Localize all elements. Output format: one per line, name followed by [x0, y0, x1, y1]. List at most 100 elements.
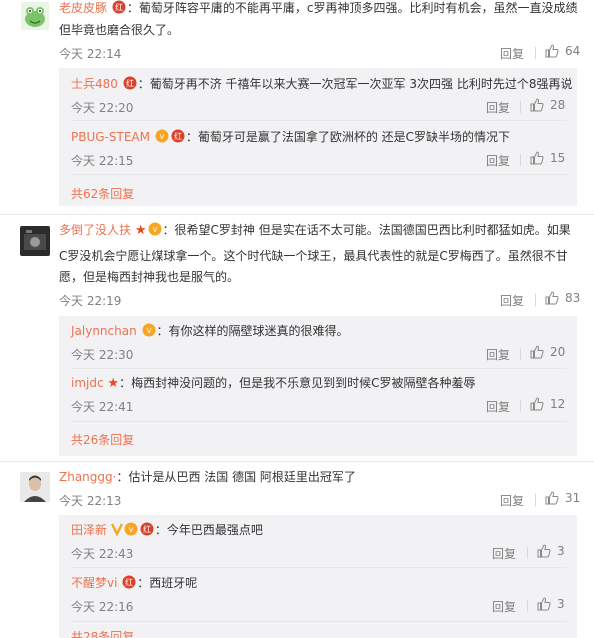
reply-button[interactable]: 回复 — [500, 45, 524, 62]
reply-button[interactable]: 回复 — [486, 99, 510, 116]
reply-text: ：有你这样的隔壁球迷真的很难得。 — [156, 324, 349, 338]
timestamp: 今天 22:15 — [71, 154, 134, 168]
like-button[interactable]: 3 — [537, 544, 565, 558]
timestamp: 今天 22:16 — [71, 600, 134, 614]
thumbs-up-icon — [537, 544, 551, 558]
thumbs-up-icon — [530, 98, 544, 112]
thumbs-up-icon — [530, 345, 544, 359]
divider — [71, 174, 567, 175]
hong-badge-icon: 红 — [111, 0, 127, 21]
divider — [0, 461, 594, 462]
username-link[interactable]: 多倒了没人扶 — [59, 223, 131, 237]
like-count: 31 — [565, 491, 581, 505]
star-badge-icon: ★ — [134, 223, 147, 238]
username-link[interactable]: imjdc — [71, 376, 104, 390]
thumbs-up-icon — [537, 597, 551, 611]
separator — [520, 101, 521, 113]
like-button[interactable]: 83 — [545, 291, 580, 305]
divider — [71, 120, 567, 121]
user-photo-icon — [20, 226, 50, 256]
comment-text-line: 但毕竟也磨合很久了。 — [59, 23, 180, 37]
like-count: 20 — [550, 345, 566, 359]
more-replies-link[interactable]: 共28条回复 — [71, 628, 134, 638]
hong-badge-icon: 红 — [139, 521, 155, 543]
divider — [71, 368, 567, 369]
reply-body: Jalynnchan V ：有你这样的隔壁球迷真的很难得。 — [71, 320, 349, 344]
hong-badge-icon: 红 — [170, 128, 186, 150]
like-button[interactable]: 15 — [530, 151, 565, 165]
separator — [535, 494, 536, 506]
thumbs-up-icon — [530, 151, 544, 165]
vip-badge-icon: V — [141, 322, 157, 344]
like-button[interactable]: 3 — [537, 597, 565, 611]
reply-text: ：今年巴西最强点吧 — [154, 523, 263, 537]
separator — [527, 547, 528, 559]
separator — [535, 294, 536, 306]
username-link[interactable]: Zhanggg· — [59, 470, 116, 484]
svg-text:V: V — [152, 226, 157, 234]
separator — [520, 348, 521, 360]
reply-text: ：梅西封神没问题的，但是我不乐意见到到时候C罗被隔壁各种羞辱 — [119, 376, 476, 390]
like-count: 28 — [550, 98, 566, 112]
reply-button[interactable]: 回复 — [500, 492, 524, 509]
reply-text: ：葡萄牙可是赢了法国拿了欧洲杯的 还是C罗缺半场的情况下 — [185, 130, 511, 144]
reply-button[interactable]: 回复 — [500, 292, 524, 309]
reply-button[interactable]: 回复 — [486, 398, 510, 415]
thumbs-up-icon — [545, 291, 559, 305]
comment-body: Zhanggg·：估计是从巴西 法国 德国 阿根廷里出冠军了 — [59, 466, 356, 488]
separator — [527, 600, 528, 612]
reply-body: PBUG-STEAM V 红：葡萄牙可是赢了法国拿了欧洲杯的 还是C罗缺半场的情况… — [71, 126, 510, 150]
user-photo-icon — [20, 472, 50, 502]
avatar[interactable] — [20, 472, 50, 502]
comment-body: 多倒了没人扶 ★ V ：很希望C罗封神 但是实在话不太可能。法国德国巴西比利时都猛如… — [59, 219, 571, 243]
svg-text:红: 红 — [125, 577, 133, 587]
divider — [71, 421, 567, 422]
like-button[interactable]: 12 — [530, 397, 565, 411]
comment-text: ：估计是从巴西 法国 德国 阿根廷里出冠军了 — [116, 470, 356, 484]
avatar[interactable] — [21, 2, 49, 30]
timestamp: 今天 22:14 — [59, 47, 122, 61]
comment-text-line: 愿，但是梅西封神我也是服气的。 — [59, 270, 240, 284]
vip-badge-icon: V — [147, 221, 163, 243]
username-link[interactable]: 老皮皮豚 — [59, 1, 107, 15]
more-replies-link[interactable]: 共26条回复 — [71, 431, 134, 448]
like-count: 3 — [557, 597, 565, 611]
vip-badge-icon: V — [123, 521, 139, 543]
reply-button[interactable]: 回复 — [492, 545, 516, 562]
thumbs-up-icon — [545, 491, 559, 505]
vip-badge-icon: V — [154, 128, 170, 150]
more-replies-link[interactable]: 共62条回复 — [71, 185, 134, 202]
svg-text:V: V — [128, 526, 133, 534]
username-link[interactable]: PBUG-STEAM — [71, 130, 150, 144]
like-button[interactable]: 20 — [530, 345, 565, 359]
svg-text:红: 红 — [143, 524, 151, 534]
hong-badge-icon: 红 — [122, 75, 138, 97]
reply-button[interactable]: 回复 — [486, 152, 510, 169]
username-link[interactable]: 士兵480 — [71, 77, 118, 91]
separator — [520, 154, 521, 166]
like-count: 15 — [550, 151, 566, 165]
timestamp: 今天 22:20 — [71, 101, 134, 115]
reply-button[interactable]: 回复 — [486, 346, 510, 363]
like-button[interactable]: 64 — [545, 44, 580, 58]
timestamp: 今天 22:43 — [71, 547, 134, 561]
timestamp: 今天 22:13 — [59, 494, 122, 508]
comment-body: 老皮皮豚 红：葡萄牙阵容平庸的不能再平庸，c罗再神顶多四强。比利时有机会，虽然一… — [59, 0, 589, 21]
username-link[interactable]: Jalynnchan — [71, 324, 137, 338]
reply-text: ：西班牙呢 — [137, 576, 198, 590]
like-button[interactable]: 31 — [545, 491, 580, 505]
timestamp: 今天 22:41 — [71, 400, 134, 414]
thumbs-up-icon — [545, 44, 559, 58]
username-link[interactable]: 不醒梦vi — [71, 576, 117, 590]
reply-button[interactable]: 回复 — [492, 598, 516, 615]
username-link[interactable]: 田泽新 — [71, 523, 107, 537]
separator — [520, 400, 521, 412]
reply-body: imjdc ★：梅西封神没问题的，但是我不乐意见到到时候C罗被隔壁各种羞辱 — [71, 372, 475, 395]
divider — [71, 621, 567, 622]
like-button[interactable]: 28 — [530, 98, 565, 112]
svg-text:V: V — [159, 133, 164, 141]
avatar[interactable] — [20, 226, 50, 256]
reply-body: 士兵480 红：葡萄牙再不济 千禧年以来大赛一次冠军一次亚军 3次四强 比利时先… — [71, 73, 572, 97]
svg-text:红: 红 — [115, 2, 123, 12]
comment-text-line: C罗没机会宁愿让煤球拿一个。这个时代缺一个球王，最具代表性的就是C罗梅西了。虽然… — [59, 249, 568, 263]
